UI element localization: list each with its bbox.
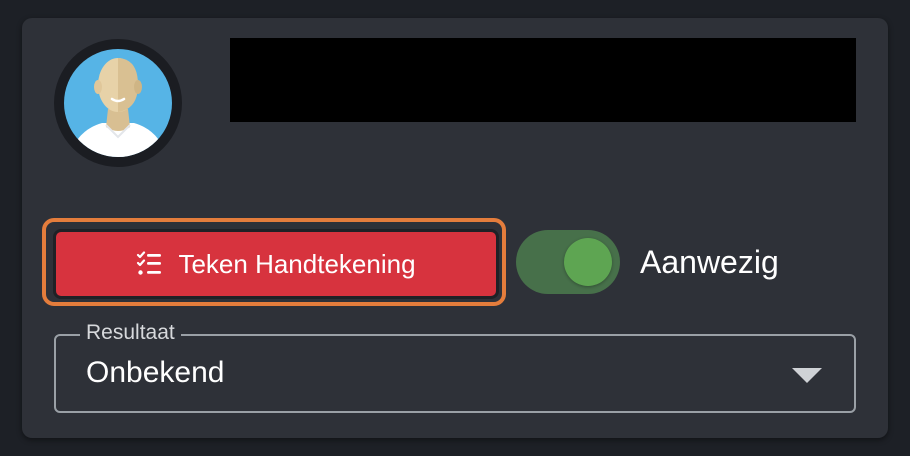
result-select-label: Resultaat (80, 320, 181, 346)
attendee-card: Teken Handtekening Aanwezig Resultaat On… (22, 18, 888, 438)
result-select-value: Onbekend (86, 356, 225, 389)
person-avatar-icon (64, 49, 172, 157)
avatar (54, 39, 182, 167)
redacted-name-block (230, 38, 856, 122)
presence-toggle-label: Aanwezig (640, 244, 779, 280)
presence-toggle-thumb[interactable] (564, 238, 612, 286)
checklist-icon (136, 251, 162, 277)
sign-signature-label: Teken Handtekening (178, 248, 416, 279)
caret-down-icon[interactable] (792, 368, 822, 383)
sign-signature-button[interactable]: Teken Handtekening (53, 229, 499, 299)
